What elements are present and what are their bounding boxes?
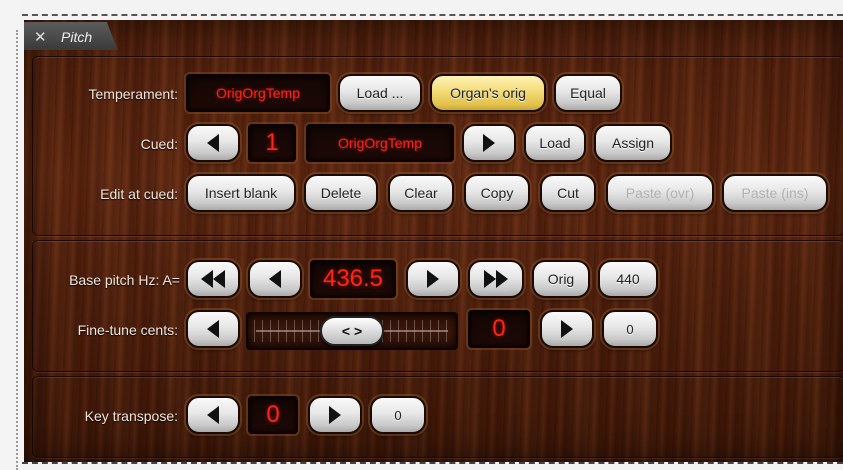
dock-dotted-edge (16, 30, 18, 470)
triangle-left-icon (207, 320, 219, 338)
cued-label: Cued: (140, 136, 178, 152)
triangle-right-icon (329, 406, 341, 424)
edit-at-cued-label: Edit at cued: (100, 186, 178, 202)
pitch-fast-up-button[interactable] (468, 260, 524, 298)
copy-button[interactable]: Copy (464, 174, 530, 212)
assign-button[interactable]: Assign (594, 124, 672, 162)
triangle-right-icon (561, 320, 573, 338)
triangle-left-icon (207, 134, 219, 152)
transpose-up-button[interactable] (308, 396, 362, 434)
triangle-left-icon (207, 406, 219, 424)
double-left-icon (201, 270, 225, 288)
triangle-left-icon (269, 270, 281, 288)
equal-button[interactable]: Equal (554, 74, 622, 112)
key-transpose-display: 0 (248, 396, 298, 434)
paste-ins-button[interactable]: Paste (ins) (722, 174, 828, 212)
base-pitch-label: Base pitch Hz: A= (69, 272, 180, 288)
fine-tune-label: Fine-tune cents: (77, 322, 178, 338)
bottom-dashed-border (22, 462, 843, 464)
fine-tune-up-button[interactable] (540, 310, 594, 348)
cued-load-button[interactable]: Load (524, 124, 586, 162)
delete-button[interactable]: Delete (304, 174, 378, 212)
cut-button[interactable]: Cut (540, 174, 596, 212)
pitch-fast-down-button[interactable] (186, 260, 240, 298)
pitch-up-button[interactable] (406, 260, 460, 298)
fine-tune-display: 0 (468, 310, 530, 348)
insert-blank-button[interactable]: Insert blank (186, 174, 296, 212)
paste-ovr-button[interactable]: Paste (ovr) (606, 174, 714, 212)
transpose-down-button[interactable] (186, 396, 240, 434)
triangle-right-icon (427, 270, 439, 288)
clear-button[interactable]: Clear (388, 174, 454, 212)
left-margin (0, 0, 22, 470)
cued-name-display: OrigOrgTemp (306, 124, 454, 162)
cued-prev-button[interactable] (186, 124, 240, 162)
base-pitch-display: 436.5 (310, 260, 396, 298)
close-icon[interactable]: ✕ (34, 28, 47, 46)
key-transpose-reset-button[interactable]: 0 (370, 396, 426, 434)
pitch-440-button[interactable]: 440 (598, 260, 658, 298)
fine-tune-down-button[interactable] (186, 310, 240, 348)
tab-pitch[interactable]: ✕ Pitch (24, 22, 118, 50)
temperament-load-button[interactable]: Load ... (338, 74, 422, 112)
temperament-label: Temperament: (88, 86, 178, 102)
key-transpose-label: Key transpose: (84, 408, 178, 424)
cued-next-button[interactable] (462, 124, 516, 162)
pitch-down-button[interactable] (248, 260, 302, 298)
temperament-display: OrigOrgTemp (186, 74, 330, 112)
tab-title: Pitch (61, 29, 93, 45)
organs-orig-button[interactable]: Organ's orig (430, 74, 546, 112)
fine-tune-reset-button[interactable]: 0 (602, 310, 658, 348)
orig-pitch-button[interactable]: Orig (532, 260, 590, 298)
double-right-icon (484, 270, 508, 288)
fine-tune-slider-knob[interactable]: < > (320, 316, 384, 346)
triangle-right-icon (483, 134, 495, 152)
top-dashed-border (22, 14, 843, 16)
cued-number-display: 1 (248, 124, 296, 162)
